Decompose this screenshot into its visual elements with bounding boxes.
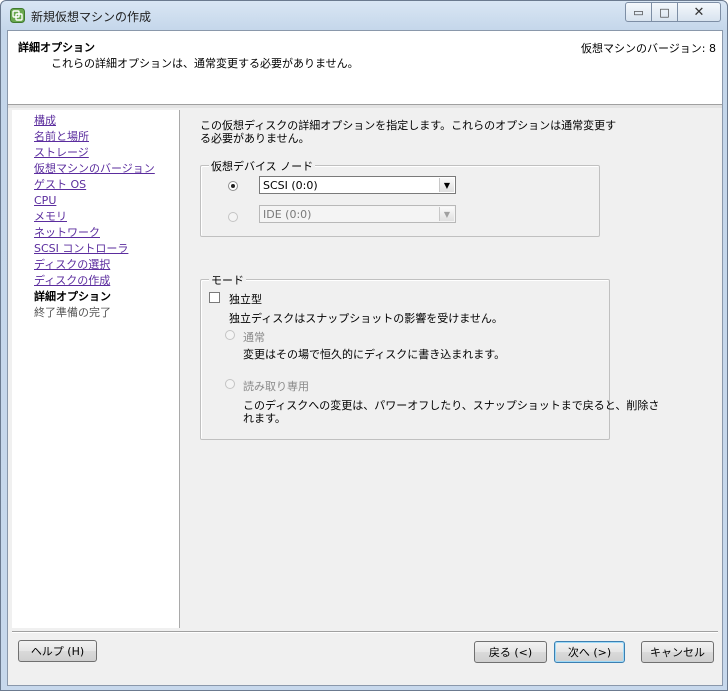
minimize-button[interactable]: ▭ bbox=[625, 2, 652, 22]
independent-description: 独立ディスクはスナップショットの影響を受けません。 bbox=[229, 312, 503, 325]
wizard-content: この仮想ディスクの詳細オプションを指定します。これらのオプションは通常変更する必… bbox=[183, 110, 718, 628]
next-button-label: 次へ (>) bbox=[567, 646, 612, 659]
minimize-icon: ▭ bbox=[633, 5, 644, 19]
vsphere-app-icon bbox=[10, 8, 25, 23]
independent-label[interactable]: 独立型 bbox=[229, 291, 262, 307]
scsi-node-value: SCSI (0:0) bbox=[263, 179, 318, 192]
maximize-button[interactable]: □ bbox=[652, 2, 678, 22]
nav-step-vm-version[interactable]: 仮想マシンのバージョン bbox=[34, 162, 155, 176]
nav-step-create-disk[interactable]: ディスクの作成 bbox=[34, 274, 110, 288]
wizard-client-area: 詳細オプション これらの詳細オプションは、通常変更する必要がありません。 仮想マ… bbox=[7, 30, 723, 686]
nav-step-guest-os[interactable]: ゲスト OS bbox=[34, 178, 86, 192]
page-description: この仮想ディスクの詳細オプションを指定します。これらのオプションは通常変更する必… bbox=[200, 119, 617, 145]
nonpersistent-radio[interactable] bbox=[225, 379, 235, 389]
cancel-button-label: キャンセル bbox=[650, 646, 705, 659]
vm-version-label: 仮想マシンのバージョン: 8 bbox=[581, 42, 716, 55]
wizard-footer: ヘルプ (H) 戻る (<) 次へ (>) キャンセル bbox=[8, 628, 722, 685]
wizard-header: 詳細オプション これらの詳細オプションは、通常変更する必要がありません。 仮想マ… bbox=[8, 31, 722, 105]
window-title: 新規仮想マシンの作成 bbox=[31, 10, 152, 24]
back-button[interactable]: 戻る (<) bbox=[474, 641, 547, 663]
nav-step-advanced-options: 詳細オプション bbox=[34, 290, 111, 303]
chevron-down-icon: ▼ bbox=[439, 178, 454, 192]
nav-step-scsi-controller[interactable]: SCSI コントローラ bbox=[34, 242, 128, 256]
help-button[interactable]: ヘルプ (H) bbox=[18, 640, 97, 662]
virtual-device-node-group: 仮想デバイス ノード SCSI (0:0) ▼ IDE (0:0) ▼ bbox=[200, 158, 600, 237]
nav-step-network[interactable]: ネットワーク bbox=[34, 226, 100, 240]
independent-checkbox[interactable] bbox=[209, 292, 220, 303]
nonpersistent-description-line1: このディスクへの変更は、パワーオフしたり、スナップショットまで戻ると、削除さ bbox=[243, 399, 660, 412]
wizard-step-nav: 構成 名前と場所 ストレージ 仮想マシンのバージョン ゲスト OS CPU メモ… bbox=[12, 110, 180, 628]
footer-divider bbox=[12, 631, 718, 633]
header-divider bbox=[8, 105, 722, 108]
wizard-window: 新規仮想マシンの作成 ▭ □ ✕ 詳細オプション これらの詳細オプションは、通常… bbox=[0, 0, 728, 691]
nav-step-storage[interactable]: ストレージ bbox=[34, 146, 89, 160]
ide-node-select[interactable]: IDE (0:0) ▼ bbox=[259, 205, 456, 223]
persistent-radio[interactable] bbox=[225, 330, 235, 340]
back-button-label: 戻る (<) bbox=[488, 646, 533, 659]
nav-step-ready-to-complete: 終了準備の完了 bbox=[34, 306, 111, 319]
disk-mode-group: モード 独立型 独立ディスクはスナップショットの影響を受けません。 通常 変更は… bbox=[200, 272, 659, 440]
close-button[interactable]: ✕ bbox=[678, 2, 721, 22]
scsi-node-select[interactable]: SCSI (0:0) ▼ bbox=[259, 176, 456, 194]
ide-node-value: IDE (0:0) bbox=[263, 208, 312, 221]
next-button[interactable]: 次へ (>) bbox=[554, 641, 625, 663]
title-bar[interactable]: 新規仮想マシンの作成 ▭ □ ✕ bbox=[1, 1, 727, 31]
nav-step-select-disk[interactable]: ディスクの選択 bbox=[34, 258, 110, 272]
cancel-button[interactable]: キャンセル bbox=[641, 641, 714, 663]
scsi-radio[interactable] bbox=[228, 181, 238, 191]
page-subtitle: これらの詳細オプションは、通常変更する必要がありません。 bbox=[51, 57, 359, 70]
mode-legend: モード bbox=[209, 272, 246, 288]
persistent-description: 変更はその場で恒久的にディスクに書き込まれます。 bbox=[243, 348, 506, 361]
device-node-legend: 仮想デバイス ノード bbox=[209, 158, 316, 174]
nav-step-memory[interactable]: メモリ bbox=[34, 210, 67, 224]
close-icon: ✕ bbox=[693, 4, 705, 20]
persistent-label[interactable]: 通常 bbox=[243, 329, 265, 345]
ide-radio[interactable] bbox=[228, 212, 238, 222]
page-title: 詳細オプション bbox=[18, 41, 95, 54]
nav-step-config[interactable]: 構成 bbox=[34, 114, 56, 128]
nav-step-name-location[interactable]: 名前と場所 bbox=[34, 130, 89, 144]
chevron-down-icon: ▼ bbox=[439, 207, 454, 221]
nonpersistent-label[interactable]: 読み取り専用 bbox=[243, 378, 309, 394]
nonpersistent-description-line2: れます。 bbox=[243, 412, 286, 425]
maximize-icon: □ bbox=[659, 5, 670, 19]
help-button-label: ヘルプ (H) bbox=[30, 645, 85, 658]
window-controls: ▭ □ ✕ bbox=[625, 2, 721, 22]
nav-step-cpu[interactable]: CPU bbox=[34, 194, 56, 208]
